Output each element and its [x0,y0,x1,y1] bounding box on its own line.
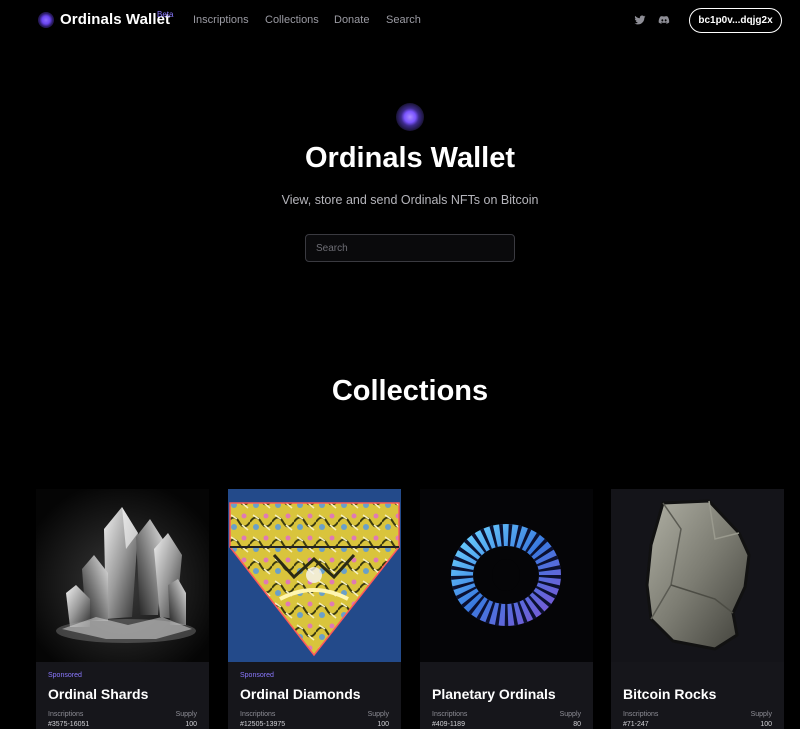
supply-label: Supply [367,711,389,718]
ordinal-diamonds-image [228,489,401,662]
top-navbar: Ordinals Wallet Beta Inscriptions Collec… [0,0,800,42]
wallet-address-button[interactable]: bc1p0v...dqjg2x [689,8,782,33]
inscriptions-label: Inscriptions [432,711,468,718]
hero-title: Ordinals Wallet [304,142,516,174]
supply-label: Supply [175,711,197,718]
sponsored-badge: Sponsored [240,672,274,679]
discord-icon[interactable] [658,14,670,26]
planetary-ordinals-image [420,489,593,662]
collection-name: Ordinal Diamonds [240,686,361,702]
nav-link-search[interactable]: Search [386,14,421,26]
inscriptions-label: Inscriptions [48,711,84,718]
supply-label: Supply [559,711,581,718]
collection-card-ordinal-diamonds[interactable]: Sponsored Ordinal Diamonds Inscriptions … [228,489,401,729]
collection-card-bitcoin-rocks[interactable]: Bitcoin Rocks Inscriptions Supply #71-24… [611,489,784,729]
nav-link-donate[interactable]: Donate [334,14,369,26]
ordinal-shards-image [36,489,209,662]
inscriptions-label: Inscriptions [623,711,659,718]
collections-heading: Collections [331,375,489,407]
collection-name: Planetary Ordinals [432,686,556,702]
collection-name: Ordinal Shards [48,686,149,702]
nav-link-inscriptions[interactable]: Inscriptions [193,14,249,26]
inscriptions-label: Inscriptions [240,711,276,718]
brand-name[interactable]: Ordinals Wallet [60,11,170,28]
nav-link-collections[interactable]: Collections [265,14,319,26]
bitcoin-rocks-image [611,489,784,662]
collection-name: Bitcoin Rocks [623,686,717,702]
logo-icon[interactable] [38,12,54,28]
collection-card-ordinal-shards[interactable]: Sponsored Ordinal Shards Inscriptions Su… [36,489,209,729]
twitter-icon[interactable] [634,14,646,26]
collection-card-planetary-ordinals[interactable]: Planetary Ordinals Inscriptions Supply #… [420,489,593,729]
hero-subtitle: View, store and send Ordinals NFTs on Bi… [281,193,539,207]
beta-badge: Beta [157,10,174,19]
supply-label: Supply [750,711,772,718]
sponsored-badge: Sponsored [48,672,82,679]
search-input[interactable] [305,234,515,262]
hero-orb-icon [396,103,424,131]
